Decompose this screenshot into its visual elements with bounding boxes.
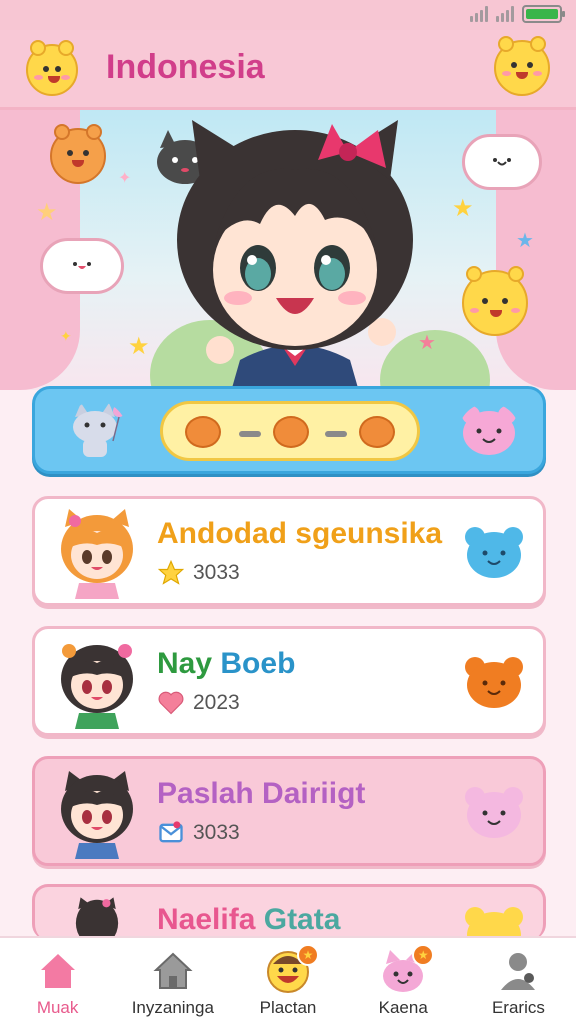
separator [239,431,261,437]
pink-cat-icon: ★ [380,944,435,994]
house-icon [153,952,193,989]
nav-label: Inyzaninga [131,998,214,1017]
bear-face-icon [359,416,395,448]
meta-value: 3033 [193,821,240,844]
star-icon: ★ [128,332,150,360]
heart-icon [158,691,184,715]
bear-face-icon [273,416,309,448]
nav-item-kaena[interactable]: ★ Kaena [346,938,461,1024]
battery-level [526,9,558,19]
star-icon: ★ [36,198,58,226]
list-item[interactable]: Naelifa Gtata [32,884,546,947]
notification-badge: ★ [297,944,319,966]
card-title: Andodad sgeunsika [157,517,443,550]
cloud-face-icon [462,134,542,190]
card-title-part1: Naelifa [157,903,256,936]
nav-label: Kaena [378,998,428,1017]
avatar [61,771,133,859]
meta-value: 3033 [193,561,240,584]
list-item[interactable]: Paslah Dairiigt 3033 [32,756,546,866]
bear-face-icon [50,124,106,184]
list-item[interactable]: Andodad sgeunsika 3033 [32,496,546,606]
list-item[interactable]: Nay Boeb 2023 [32,626,546,736]
cloud-face-icon [40,238,124,294]
nav-item-profile[interactable]: Erarics [461,938,576,1024]
hero-banner: ★ ✦ ★ ★ ★ ★ ✦ [0,110,576,390]
orange-bear-icon[interactable] [463,653,525,711]
card-title-part2: Boeb [220,647,296,680]
pink-bear-icon[interactable] [459,403,519,459]
mail-icon [159,821,183,843]
notification-badge: ★ [412,944,435,966]
signal-icon [470,6,488,22]
avatar [61,509,133,599]
star-icon: ✦ [118,168,132,187]
nav-label: Muak [36,998,79,1017]
star-icon: ★ [452,194,474,222]
reward-progress[interactable] [160,401,420,461]
star-icon: ✦ [60,329,72,345]
anime-girl-character [177,120,413,390]
card-title: Naelifa Gtata [157,903,340,937]
meta-value: 2023 [193,691,240,714]
wifi-icon [496,6,514,22]
cat-with-balloon-icon[interactable] [65,401,127,463]
nav-item-house[interactable]: Inyzaninga [115,938,230,1024]
card-title-part1: Nay [157,647,213,680]
star-icon: ★ [516,228,534,252]
star-icon [157,559,185,585]
bear-face-icon[interactable] [494,36,550,96]
battery-icon [522,5,565,23]
nav-item-home[interactable]: Muak [0,938,115,1024]
status-bar [0,0,576,30]
nav-item-plactan[interactable]: ★ Plactan [230,938,345,1024]
app-header: Indonesia [0,30,576,110]
card-title: Paslah Dairiigt [157,777,366,810]
card-title-part2: Gtata [263,903,341,936]
pink-bear-icon[interactable] [463,783,525,841]
separator [325,431,347,437]
bear-face-icon[interactable] [26,40,78,96]
featured-panel[interactable] [32,386,546,474]
blue-bear-icon[interactable] [463,523,525,581]
card-meta: 3033 [157,559,240,587]
card-meta: 3033 [157,819,240,847]
bear-face-icon [462,266,528,336]
smile-face-icon: ★ [265,944,319,994]
card-title: Nay Boeb [157,647,295,681]
bottom-navigation: Muak Inyzaninga ★ Plactan ★ Kaena Eraric… [0,936,576,1024]
nav-label: Erarics [491,998,545,1017]
card-meta: 2023 [157,689,240,717]
avatar [61,644,133,729]
home-icon [40,954,75,988]
profile-icon [501,953,536,990]
nav-label: Plactan [259,998,317,1017]
bear-face-icon [185,416,221,448]
page-title: Indonesia [106,48,265,86]
status-icons [470,5,565,23]
